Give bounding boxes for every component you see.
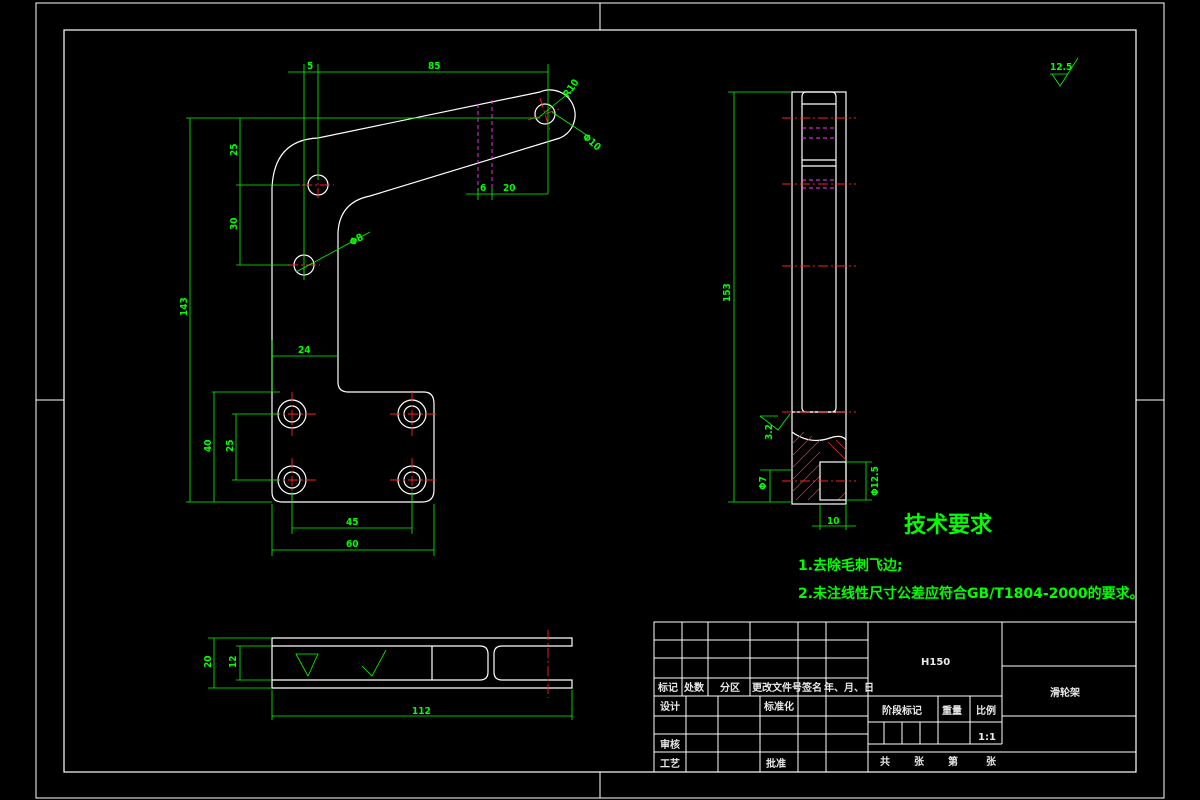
tb-stage-mark: 阶段标记 xyxy=(882,704,922,717)
tb-sheets-1: 张 xyxy=(914,755,925,768)
top-view: 20 12 112 xyxy=(203,630,573,720)
dim-112: 112 xyxy=(412,706,431,717)
tb-process: 工艺 xyxy=(660,757,680,770)
tb-scale-value: 1:1 xyxy=(978,732,996,743)
sheet-border xyxy=(35,2,1165,799)
dim-25-low: 25 xyxy=(225,439,236,452)
tech-req-item-1: 1.去除毛刺飞边; xyxy=(798,557,903,574)
tb-part-name: 滑轮架 xyxy=(1050,686,1080,699)
tb-label-mark: 标记 xyxy=(657,681,678,694)
drawing-frame xyxy=(63,29,1137,773)
dim-6: 6 xyxy=(480,183,486,194)
tb-sheet-no: 第 xyxy=(948,755,958,768)
dim-r10: R10 xyxy=(561,77,581,99)
tb-approve: 批准 xyxy=(766,757,786,770)
front-hidden-lines xyxy=(477,100,493,192)
side-view: 153 3.2 Φ7 Φ12.5 10 xyxy=(722,91,881,530)
dim-60: 60 xyxy=(346,539,359,550)
tb-label-date: 年、月、日 xyxy=(824,681,874,694)
tb-label-sign: 签名 xyxy=(801,681,822,694)
dim-40: 40 xyxy=(203,439,214,452)
tech-req-item-2: 2.未注线性尺寸公差应符合GB/T1804-2000的要求。 xyxy=(798,585,1144,602)
dim-25-top: 25 xyxy=(229,143,240,156)
front-dimension-lines xyxy=(186,64,589,556)
dim-phi10: Φ10 xyxy=(580,132,603,153)
dim-side-3-2: 3.2 xyxy=(764,424,775,440)
dim-24: 24 xyxy=(298,345,311,356)
tech-req-title: 技术要求 xyxy=(904,513,992,538)
dim-phi8: Φ8 xyxy=(348,232,366,248)
front-view-outline xyxy=(271,89,576,503)
top-dimension-lines xyxy=(208,637,573,720)
side-centerlines xyxy=(782,117,856,482)
tb-total: 共 xyxy=(880,755,890,768)
default-roughness-symbol: 12.5 xyxy=(1050,57,1079,87)
dim-phi12-5: Φ12.5 xyxy=(870,466,881,496)
tb-weight: 重量 xyxy=(942,704,962,717)
dim-30: 30 xyxy=(229,217,240,230)
dim-top-20: 20 xyxy=(203,655,214,668)
roughness-default-value: 12.5 xyxy=(1050,62,1072,73)
dim-10: 10 xyxy=(827,516,840,527)
dim-85: 85 xyxy=(428,61,441,72)
drawing-canvas: 5 85 R10 Φ10 25 30 Φ8 6 20 143 24 40 25 … xyxy=(35,2,1165,799)
side-dimension-lines xyxy=(728,91,872,530)
dim-20: 20 xyxy=(503,183,516,194)
section-hatch xyxy=(791,431,847,501)
front-view: 5 85 R10 Φ10 25 30 Φ8 6 20 143 24 40 25 … xyxy=(179,61,603,556)
dim-phi7: Φ7 xyxy=(758,476,769,490)
dim-143: 143 xyxy=(179,297,190,316)
dim-45: 45 xyxy=(346,517,359,528)
side-hidden-lines xyxy=(802,127,836,189)
tb-label-change-doc: 更改文件号 xyxy=(752,681,802,694)
dim-5: 5 xyxy=(307,61,313,72)
tb-design: 设计 xyxy=(660,700,680,713)
side-view-slot xyxy=(801,91,837,413)
tb-sheets-2: 张 xyxy=(986,755,997,768)
tb-standard: 标准化 xyxy=(763,700,794,713)
tb-label-count: 处数 xyxy=(683,681,705,694)
centering-marks xyxy=(36,3,1164,798)
tb-label-zone: 分区 xyxy=(720,681,740,694)
tb-review: 审核 xyxy=(660,738,680,751)
tb-scale-label: 比例 xyxy=(976,704,996,717)
dim-top-12: 12 xyxy=(228,655,239,668)
front-centerlines xyxy=(270,97,563,502)
dim-153: 153 xyxy=(722,283,733,302)
tb-part-number: H150 xyxy=(921,657,950,668)
